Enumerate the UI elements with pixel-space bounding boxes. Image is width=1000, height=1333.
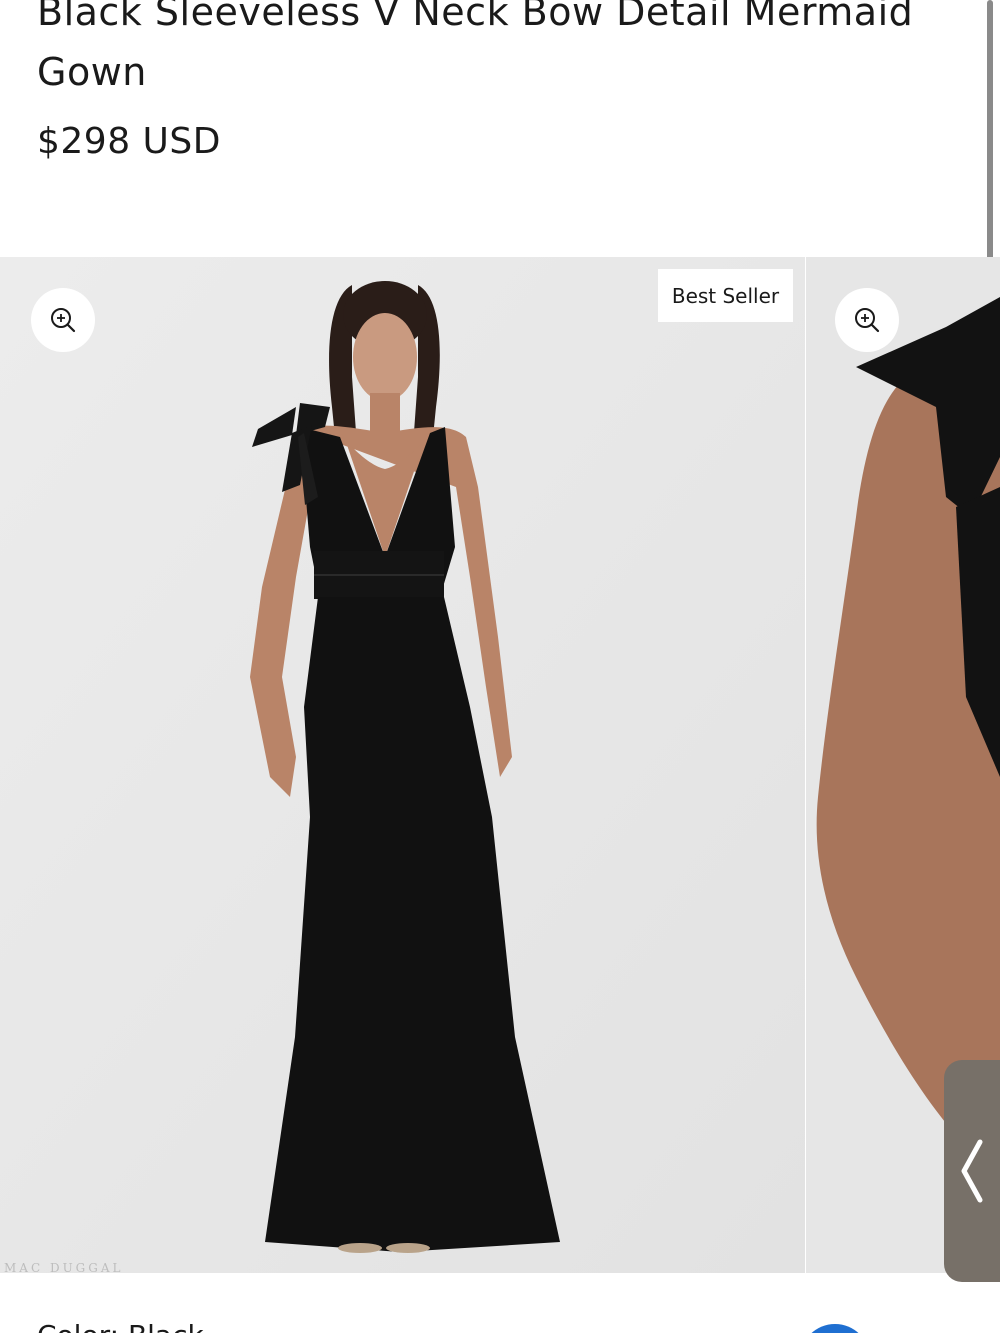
page-scrollbar[interactable]: [987, 0, 993, 272]
chevron-left-icon: [961, 1139, 983, 1203]
color-swatch[interactable]: [800, 1324, 870, 1333]
gallery-prev-button[interactable]: [944, 1060, 1000, 1282]
product-price: $298 USD: [37, 121, 221, 162]
product-page: Black Sleeveless V Neck Bow Detail Merma…: [0, 0, 1000, 1333]
color-label: Color: Black: [37, 1318, 204, 1333]
zoom-in-icon: [855, 308, 880, 333]
zoom-in-icon: [51, 308, 76, 333]
best-seller-badge: Best Seller: [658, 269, 793, 322]
product-photo-front: [0, 257, 805, 1273]
image-gallery[interactable]: Best Seller MAC DUGGAL: [0, 257, 1000, 1273]
gallery-slide-front[interactable]: Best Seller MAC DUGGAL: [0, 257, 805, 1273]
brand-watermark: MAC DUGGAL: [4, 1261, 124, 1273]
zoom-button[interactable]: [31, 288, 95, 352]
zoom-button[interactable]: [835, 288, 899, 352]
product-title: Black Sleeveless V Neck Bow Detail Merma…: [37, 0, 914, 94]
